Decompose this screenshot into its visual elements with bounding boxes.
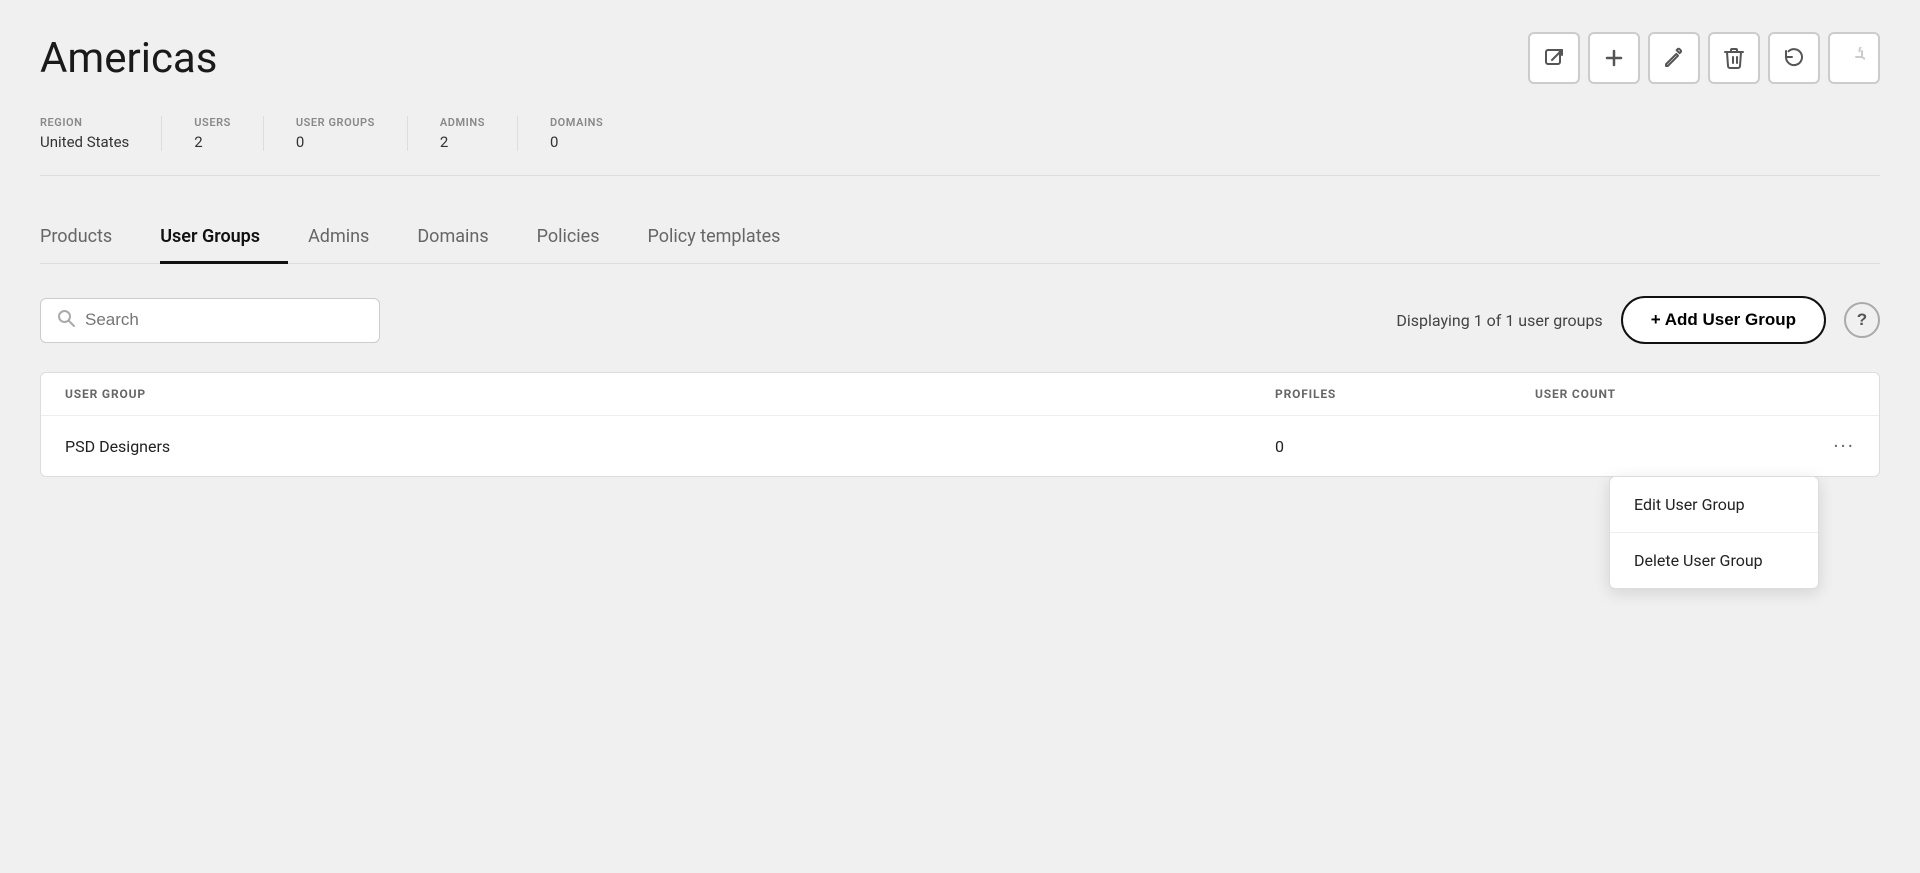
edit-user-group-menu-item[interactable]: Edit User Group (1610, 477, 1818, 533)
stat-user-groups-label: USER GROUPS (296, 116, 375, 129)
user-group-profiles: 0 (1255, 437, 1515, 456)
stats-row: REGION United States USERS 2 USER GROUPS… (40, 116, 1880, 176)
stat-admins: ADMINS 2 (440, 116, 518, 151)
stat-admins-value: 2 (440, 133, 485, 151)
stat-user-groups-value: 0 (296, 133, 375, 151)
add-user-group-button[interactable]: + Add User Group (1621, 296, 1826, 344)
page-title: Americas (40, 34, 217, 83)
stat-domains-value: 0 (550, 133, 603, 151)
col-header-actions (1775, 387, 1855, 401)
col-header-user-group: USER GROUP (65, 387, 1255, 401)
displaying-text: Displaying 1 of 1 user groups (1396, 311, 1602, 330)
user-groups-table: USER GROUP PROFILES USER COUNT PSD Desig… (40, 372, 1880, 477)
stat-domains-label: DOMAINS (550, 116, 603, 129)
search-box (40, 298, 380, 343)
external-link-button[interactable] (1528, 32, 1580, 84)
delete-user-group-menu-item[interactable]: Delete User Group (1610, 533, 1818, 588)
page: Americas (0, 0, 1920, 873)
context-menu: Edit User Group Delete User Group (1609, 476, 1819, 589)
stat-domains: DOMAINS 0 (550, 116, 635, 151)
stat-user-groups: USER GROUPS 0 (296, 116, 408, 151)
toolbar (1528, 32, 1880, 84)
stat-region-value: United States (40, 133, 129, 151)
table-header: USER GROUP PROFILES USER COUNT (41, 373, 1879, 416)
tab-products[interactable]: Products (40, 212, 140, 264)
stat-admins-label: ADMINS (440, 116, 485, 129)
edit-toolbar-button[interactable] (1648, 32, 1700, 84)
controls-row: Displaying 1 of 1 user groups + Add User… (40, 296, 1880, 344)
search-icon (57, 309, 75, 332)
stat-users: USERS 2 (194, 116, 264, 151)
tab-policies[interactable]: Policies (537, 212, 628, 264)
redo-button[interactable] (1828, 32, 1880, 84)
stat-users-label: USERS (194, 116, 231, 129)
help-button[interactable]: ? (1844, 302, 1880, 338)
stat-region: REGION United States (40, 116, 162, 151)
search-input[interactable] (85, 310, 363, 330)
tab-user-groups[interactable]: User Groups (160, 212, 288, 264)
undo-button[interactable] (1768, 32, 1820, 84)
delete-toolbar-button[interactable] (1708, 32, 1760, 84)
stat-users-value: 2 (194, 133, 231, 151)
col-header-profiles: PROFILES (1255, 387, 1515, 401)
header-row: Americas (40, 32, 1880, 84)
add-toolbar-button[interactable] (1588, 32, 1640, 84)
tab-admins[interactable]: Admins (308, 212, 397, 264)
row-actions-button[interactable]: ··· (1775, 434, 1855, 458)
tab-domains[interactable]: Domains (417, 212, 516, 264)
table-row: PSD Designers 0 ··· Edit User Group Dele… (41, 416, 1879, 476)
tab-policy-templates[interactable]: Policy templates (648, 212, 809, 264)
stat-region-label: REGION (40, 116, 129, 129)
tabs-row: Products User Groups Admins Domains Poli… (40, 212, 1880, 264)
user-group-name: PSD Designers (65, 437, 1255, 456)
col-header-user-count: USER COUNT (1515, 387, 1775, 401)
right-controls: Displaying 1 of 1 user groups + Add User… (1396, 296, 1880, 344)
